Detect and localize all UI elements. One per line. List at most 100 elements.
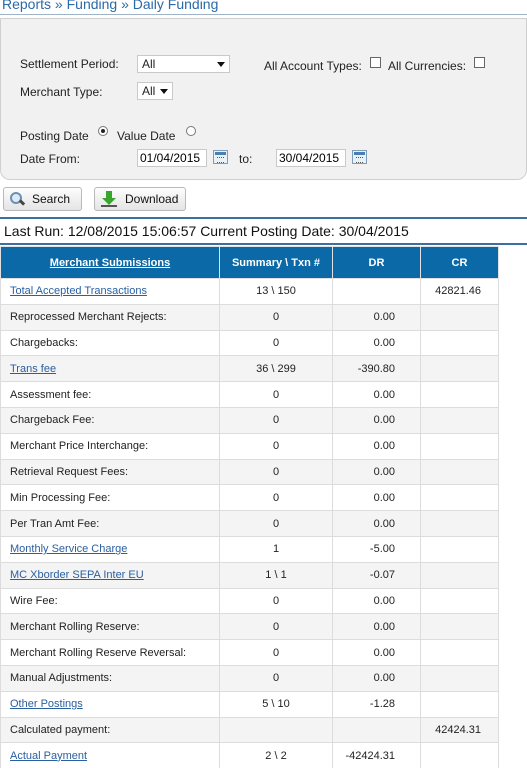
row-cr-cell bbox=[420, 510, 499, 537]
column-header-summary: Summary \ Txn # bbox=[219, 246, 333, 279]
row-dr-cell: 0.00 bbox=[332, 510, 421, 537]
column-header-cr: CR bbox=[420, 246, 499, 279]
row-dr-cell: 0.00 bbox=[332, 406, 421, 434]
row-summary-cell: 0 bbox=[219, 432, 333, 460]
search-button[interactable]: Search bbox=[3, 187, 82, 211]
breadcrumb-daily-funding: Daily Funding bbox=[132, 0, 219, 12]
row-cr-cell bbox=[420, 432, 499, 460]
settlement-period-label: Settlement Period: bbox=[20, 57, 119, 71]
table-row: Monthly Service Charge 1 -5.00 bbox=[0, 535, 499, 563]
row-link[interactable]: MC Xborder SEPA Inter EU bbox=[10, 569, 144, 581]
row-summary-cell: 36 \ 299 bbox=[219, 355, 333, 383]
row-name-cell: Per Tran Amt Fee: bbox=[0, 510, 220, 537]
row-name-cell: Assessment fee: bbox=[0, 381, 220, 408]
row-dr-cell: 0.00 bbox=[332, 432, 421, 460]
breadcrumb-funding[interactable]: Funding bbox=[67, 0, 118, 12]
breadcrumb-separator: » bbox=[54, 0, 63, 12]
row-name-cell[interactable]: Trans fee bbox=[0, 355, 220, 383]
download-button[interactable]: Download bbox=[94, 187, 186, 211]
row-summary-cell: 0 bbox=[219, 510, 333, 537]
row-name-cell[interactable]: Total Accepted Transactions bbox=[0, 278, 220, 305]
settlement-period-select[interactable]: All bbox=[137, 55, 230, 73]
table-row: Per Tran Amt Fee: 0 0.00 bbox=[0, 510, 499, 537]
settlement-period-value: All bbox=[142, 57, 156, 71]
row-summary-cell: 1 \ 1 bbox=[219, 561, 333, 589]
row-link[interactable]: Monthly Service Charge bbox=[10, 543, 127, 555]
row-dr-cell: 0.00 bbox=[332, 613, 421, 641]
current-posting-value: 30/04/2015 bbox=[338, 223, 409, 239]
row-link[interactable]: Total Accepted Transactions bbox=[10, 285, 147, 297]
row-summary-cell: 0 bbox=[219, 303, 333, 331]
row-dr-cell: -1.28 bbox=[332, 690, 421, 718]
row-cr-cell bbox=[420, 355, 499, 383]
breadcrumb-divider bbox=[0, 14, 527, 15]
last-run-status: Last Run: 12/08/2015 15:06:57 Current Po… bbox=[4, 223, 409, 239]
value-date-radio[interactable] bbox=[186, 126, 196, 136]
download-icon bbox=[101, 191, 117, 207]
table-row: Calculated payment: 42424.31 bbox=[0, 716, 499, 744]
posting-date-radio[interactable] bbox=[98, 126, 108, 136]
row-link[interactable]: Trans fee bbox=[10, 363, 56, 375]
row-link[interactable]: Other Postings bbox=[10, 698, 83, 710]
row-name-cell: Chargebacks: bbox=[0, 329, 220, 357]
last-run-value: 12/08/2015 15:06:57 bbox=[67, 223, 197, 239]
all-currencies-checkbox[interactable] bbox=[474, 57, 485, 68]
date-from-input[interactable] bbox=[137, 149, 207, 167]
table-row: Min Processing Fee: 0 0.00 bbox=[0, 484, 499, 512]
table-row: Manual Adjustments: 0 0.00 bbox=[0, 664, 499, 692]
row-name-cell: Retrieval Request Fees: bbox=[0, 458, 220, 486]
row-name-cell: Reprocessed Merchant Rejects: bbox=[0, 303, 220, 331]
calendar-icon[interactable] bbox=[352, 150, 367, 164]
table-row: Merchant Rolling Reserve Reversal: 0 0.00 bbox=[0, 639, 499, 666]
row-dr-cell: 0.00 bbox=[332, 664, 421, 692]
row-dr-cell: 0.00 bbox=[332, 329, 421, 357]
current-posting-label: Current Posting Date: bbox=[200, 223, 335, 239]
table-row: Other Postings 5 \ 10 -1.28 bbox=[0, 690, 499, 718]
row-summary-cell: 2 \ 2 bbox=[219, 742, 333, 768]
row-dr-cell: 0.00 bbox=[332, 458, 421, 486]
row-name-cell[interactable]: Actual Payment bbox=[0, 742, 220, 768]
last-run-label: Last Run: bbox=[4, 223, 64, 239]
row-name-cell: Wire Fee: bbox=[0, 587, 220, 615]
merchant-type-value: All bbox=[142, 84, 156, 98]
row-summary-cell: 0 bbox=[219, 664, 333, 692]
row-name-cell: Merchant Price Interchange: bbox=[0, 432, 220, 460]
chevron-down-icon bbox=[217, 62, 225, 67]
row-cr-cell bbox=[420, 381, 499, 408]
table-row: Chargebacks: 0 0.00 bbox=[0, 329, 499, 357]
chevron-down-icon bbox=[160, 89, 168, 94]
row-dr-cell: -42424.31 bbox=[332, 742, 421, 768]
search-icon bbox=[10, 192, 24, 206]
all-account-types-checkbox[interactable] bbox=[370, 57, 381, 68]
row-name-cell[interactable]: MC Xborder SEPA Inter EU bbox=[0, 561, 220, 589]
row-name-cell: Merchant Rolling Reserve: bbox=[0, 613, 220, 641]
row-cr-cell: 42821.46 bbox=[420, 278, 499, 305]
merchant-type-select[interactable]: All bbox=[137, 82, 173, 100]
date-to-input[interactable] bbox=[276, 149, 346, 167]
row-name-cell: Min Processing Fee: bbox=[0, 484, 220, 512]
row-name-cell[interactable]: Monthly Service Charge bbox=[0, 535, 220, 563]
column-header-dr: DR bbox=[332, 246, 421, 279]
row-summary-cell: 0 bbox=[219, 613, 333, 641]
row-name-cell: Manual Adjustments: bbox=[0, 664, 220, 692]
row-dr-cell: 0.00 bbox=[332, 639, 421, 666]
column-header-merchant-submissions[interactable]: Merchant Submissions bbox=[0, 246, 220, 279]
row-cr-cell bbox=[420, 303, 499, 331]
row-name-cell[interactable]: Other Postings bbox=[0, 690, 220, 718]
row-dr-cell bbox=[332, 716, 421, 744]
row-summary-cell bbox=[219, 716, 333, 744]
divider bbox=[0, 217, 527, 219]
row-cr-cell bbox=[420, 458, 499, 486]
filter-panel: Settlement Period: All All Account Types… bbox=[0, 18, 527, 180]
calendar-icon[interactable] bbox=[213, 150, 228, 164]
breadcrumb: Reports » Funding » Daily Funding bbox=[2, 0, 218, 12]
row-cr-cell bbox=[420, 484, 499, 512]
breadcrumb-reports[interactable]: Reports bbox=[2, 0, 51, 12]
row-link[interactable]: Actual Payment bbox=[10, 750, 87, 762]
merchant-submissions-link[interactable]: Merchant Submissions bbox=[50, 257, 170, 269]
table-row: Retrieval Request Fees: 0 0.00 bbox=[0, 458, 499, 486]
row-cr-cell bbox=[420, 587, 499, 615]
table-row: Wire Fee: 0 0.00 bbox=[0, 587, 499, 615]
row-summary-cell: 0 bbox=[219, 484, 333, 512]
download-button-label: Download bbox=[125, 192, 179, 206]
